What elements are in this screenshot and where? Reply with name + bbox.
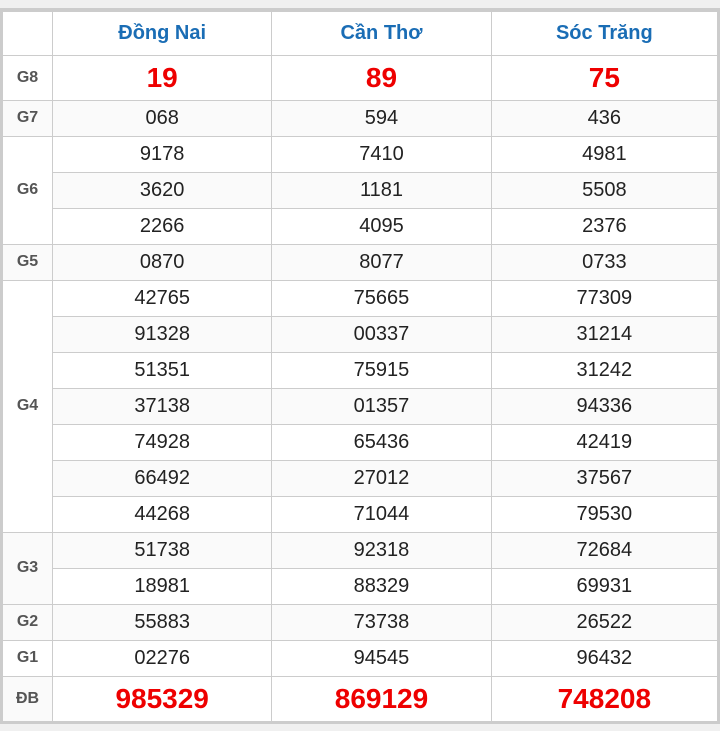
lottery-table: Đồng Nai Cần Thơ Sóc Trăng G8198975G7068… bbox=[2, 10, 718, 722]
cell-value: 72684 bbox=[491, 532, 717, 568]
table-row: 362011815508 bbox=[3, 172, 718, 208]
row-label: G6 bbox=[3, 136, 53, 244]
row-label: G4 bbox=[3, 280, 53, 532]
cell-value: 27012 bbox=[272, 460, 491, 496]
table-row: G6917874104981 bbox=[3, 136, 718, 172]
cell-value: 594 bbox=[272, 100, 491, 136]
row-label: G5 bbox=[3, 244, 53, 280]
cell-value: 9178 bbox=[53, 136, 272, 172]
cell-value: 2266 bbox=[53, 208, 272, 244]
cell-value: 94336 bbox=[491, 388, 717, 424]
table-row: ĐB985329869129748208 bbox=[3, 676, 718, 721]
row-label: ĐB bbox=[3, 676, 53, 721]
cell-value: 94545 bbox=[272, 640, 491, 676]
cell-value: 75665 bbox=[272, 280, 491, 316]
row-label: G7 bbox=[3, 100, 53, 136]
cell-value: 068 bbox=[53, 100, 272, 136]
cell-value: 51351 bbox=[53, 352, 272, 388]
cell-value: 0870 bbox=[53, 244, 272, 280]
table-row: 371380135794336 bbox=[3, 388, 718, 424]
table-row: 913280033731214 bbox=[3, 316, 718, 352]
cell-value: 8077 bbox=[272, 244, 491, 280]
cell-value: 65436 bbox=[272, 424, 491, 460]
cell-value: 2376 bbox=[491, 208, 717, 244]
table-row: G5087080770733 bbox=[3, 244, 718, 280]
cell-value: 91328 bbox=[53, 316, 272, 352]
header-soc-trang: Sóc Trăng bbox=[491, 11, 717, 56]
cell-value: 18981 bbox=[53, 568, 272, 604]
row-label: G2 bbox=[3, 604, 53, 640]
table-row: 749286543642419 bbox=[3, 424, 718, 460]
row-label: G8 bbox=[3, 55, 53, 100]
cell-value: 985329 bbox=[53, 676, 272, 721]
cell-value: 37138 bbox=[53, 388, 272, 424]
cell-value: 75 bbox=[491, 55, 717, 100]
cell-value: 37567 bbox=[491, 460, 717, 496]
table-row: G1022769454596432 bbox=[3, 640, 718, 676]
cell-value: 1181 bbox=[272, 172, 491, 208]
cell-value: 66492 bbox=[53, 460, 272, 496]
table-row: 226640952376 bbox=[3, 208, 718, 244]
cell-value: 31242 bbox=[491, 352, 717, 388]
cell-value: 02276 bbox=[53, 640, 272, 676]
cell-value: 4095 bbox=[272, 208, 491, 244]
row-label: G1 bbox=[3, 640, 53, 676]
table-row: 664922701237567 bbox=[3, 460, 718, 496]
cell-value: 7410 bbox=[272, 136, 491, 172]
table-row: G7068594436 bbox=[3, 100, 718, 136]
cell-value: 00337 bbox=[272, 316, 491, 352]
cell-value: 73738 bbox=[272, 604, 491, 640]
cell-value: 42419 bbox=[491, 424, 717, 460]
table-row: G2558837373826522 bbox=[3, 604, 718, 640]
cell-value: 748208 bbox=[491, 676, 717, 721]
table-row: 442687104479530 bbox=[3, 496, 718, 532]
cell-value: 869129 bbox=[272, 676, 491, 721]
table-row: G3517389231872684 bbox=[3, 532, 718, 568]
cell-value: 77309 bbox=[491, 280, 717, 316]
cell-value: 92318 bbox=[272, 532, 491, 568]
header-can-tho: Cần Thơ bbox=[272, 11, 491, 56]
cell-value: 436 bbox=[491, 100, 717, 136]
cell-value: 26522 bbox=[491, 604, 717, 640]
row-label: G3 bbox=[3, 532, 53, 604]
header-label-col bbox=[3, 11, 53, 56]
cell-value: 74928 bbox=[53, 424, 272, 460]
cell-value: 31214 bbox=[491, 316, 717, 352]
header-dong-nai: Đồng Nai bbox=[53, 11, 272, 56]
table-header: Đồng Nai Cần Thơ Sóc Trăng bbox=[3, 11, 718, 56]
table-row: 189818832969931 bbox=[3, 568, 718, 604]
cell-value: 51738 bbox=[53, 532, 272, 568]
cell-value: 42765 bbox=[53, 280, 272, 316]
cell-value: 55883 bbox=[53, 604, 272, 640]
cell-value: 88329 bbox=[272, 568, 491, 604]
cell-value: 75915 bbox=[272, 352, 491, 388]
cell-value: 96432 bbox=[491, 640, 717, 676]
cell-value: 4981 bbox=[491, 136, 717, 172]
table-row: G4427657566577309 bbox=[3, 280, 718, 316]
cell-value: 19 bbox=[53, 55, 272, 100]
cell-value: 79530 bbox=[491, 496, 717, 532]
cell-value: 0733 bbox=[491, 244, 717, 280]
cell-value: 5508 bbox=[491, 172, 717, 208]
cell-value: 01357 bbox=[272, 388, 491, 424]
cell-value: 44268 bbox=[53, 496, 272, 532]
lottery-table-container: Đồng Nai Cần Thơ Sóc Trăng G8198975G7068… bbox=[0, 8, 720, 724]
table-row: 513517591531242 bbox=[3, 352, 718, 388]
cell-value: 69931 bbox=[491, 568, 717, 604]
cell-value: 71044 bbox=[272, 496, 491, 532]
table-row: G8198975 bbox=[3, 55, 718, 100]
cell-value: 89 bbox=[272, 55, 491, 100]
cell-value: 3620 bbox=[53, 172, 272, 208]
